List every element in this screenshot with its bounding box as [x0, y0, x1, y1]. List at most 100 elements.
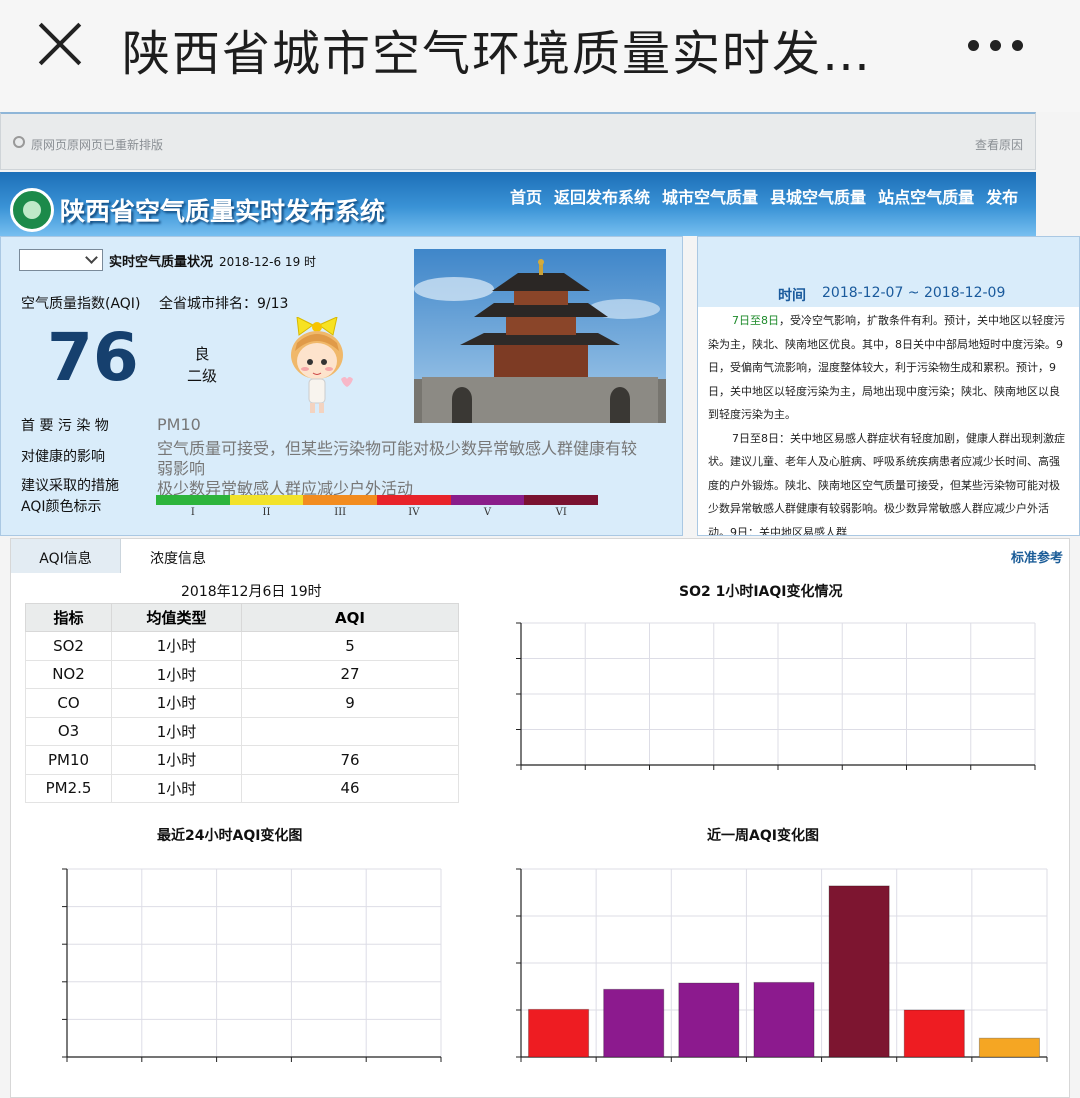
health-impact-label: 对健康的影响	[21, 449, 105, 465]
status-datetime: 2018-12-6 19 时	[219, 255, 317, 269]
city-select[interactable]	[19, 249, 103, 271]
cell: O3	[25, 716, 112, 746]
nav-home[interactable]: 首页	[510, 184, 542, 208]
table-row: O3 1小时	[25, 716, 459, 746]
rank-label: 全省城市排名：9/13	[159, 296, 289, 312]
cell: 27	[241, 659, 459, 689]
scale-level-6	[524, 495, 599, 505]
table-header-row: 指标 均值类型 AQI	[25, 603, 459, 632]
aqi-color-scale	[156, 495, 599, 505]
week-aqi-bar	[678, 982, 740, 1058]
cell: PM10	[25, 745, 112, 775]
nav-back-to-system[interactable]: 返回发布系统	[554, 184, 650, 208]
col-mean-type: 均值类型	[111, 603, 242, 632]
cell: 5	[241, 631, 459, 661]
h24-chart	[62, 868, 442, 1062]
week-aqi-bar	[978, 1037, 1040, 1058]
cell: 1小时	[111, 659, 242, 689]
scale-label: I	[190, 507, 195, 518]
table-row: PM2.5 1小时 46	[25, 773, 459, 803]
forecast-body: ，受冷空气影响，扩散条件有利。预计，关中地区以轻度污染为主，陕北、陕南地区优良。…	[708, 314, 1065, 421]
standard-reference-link[interactable]: 标准参考	[1011, 547, 1063, 566]
cell: 9	[241, 688, 459, 718]
week-aqi-bar	[753, 981, 815, 1058]
primary-pollutant-label: 首 要 污 染 物	[21, 418, 109, 434]
cell: 1小时	[111, 688, 242, 718]
forecast-paragraph-1: 7日至8日，受冷空气影响，扩散条件有利。预计，关中地区以轻度污染为主，陕北、陕南…	[708, 309, 1070, 427]
scale-level-2	[229, 495, 304, 505]
measure-label: 建议采取的措施	[21, 478, 119, 494]
more-icon[interactable]	[966, 40, 1026, 52]
realtime-status: 实时空气质量状况 2018-12-6 19 时	[109, 251, 316, 270]
view-reason-link[interactable]: 查看原因	[975, 136, 1023, 153]
table-row: SO2 1小时 5	[25, 631, 459, 661]
level-text: 二级	[186, 367, 217, 385]
scale-level-3	[303, 495, 378, 505]
so2-chart	[516, 622, 1036, 770]
week-aqi-bar	[603, 988, 665, 1058]
cell: 76	[241, 745, 459, 775]
table-title: 2018年12月6日 19时	[181, 584, 322, 600]
site-header: 陕西省空气质量实时发布系统 首页 返回发布系统 城市空气质量 县城空气质量 站点…	[0, 172, 1036, 236]
status-label: 实时空气质量状况	[109, 255, 214, 270]
col-indicator: 指标	[25, 603, 112, 632]
cell: PM2.5	[25, 773, 112, 803]
forecast-panel: 时间 2018-12-07 ~ 2018-12-09 7日至8日，受冷空气影响，…	[697, 236, 1080, 536]
table-row: PM10 1小时 76	[25, 745, 459, 775]
nav-publish[interactable]: 发布	[986, 184, 1018, 208]
cell	[241, 716, 459, 746]
cell: SO2	[25, 631, 112, 661]
aqi-scale-labels: I II III IV V VI	[156, 507, 598, 518]
close-icon[interactable]	[34, 18, 86, 70]
cell: NO2	[25, 659, 112, 689]
forecast-range: 2018-12-07 ~ 2018-12-09	[822, 285, 1006, 301]
scale-level-4	[377, 495, 451, 505]
scale-label: VI	[555, 507, 567, 518]
top-bar: 陕西省城市空气环境质量实时发…	[0, 0, 1080, 112]
scale-level-5	[450, 495, 525, 505]
tab-aqi-info[interactable]: AQI信息	[11, 539, 121, 573]
aqi-label: 空气质量指数(AQI)	[21, 296, 141, 312]
scale-label: V	[483, 507, 492, 518]
col-aqi: AQI	[241, 603, 459, 632]
quality-text: 良	[194, 345, 210, 363]
aqi-info-section: AQI信息 浓度信息 标准参考 2018年12月6日 19时 指标 均值类型 A…	[10, 538, 1070, 1098]
forecast-text: 7日至8日，受冷空气影响，扩散条件有利。预计，关中地区以轻度污染为主，陕北、陕南…	[708, 309, 1070, 536]
page-title: 陕西省城市空气环境质量实时发…	[122, 26, 873, 82]
aqi-value: 76	[47, 319, 139, 396]
h24-chart-title: 最近24小时AQI变化图	[157, 828, 303, 844]
nav-station-air[interactable]: 站点空气质量	[878, 184, 974, 208]
quality-level: 良 二级	[185, 343, 219, 387]
nav-county-air[interactable]: 县城空气质量	[770, 184, 866, 208]
week-aqi-bar	[528, 1008, 590, 1058]
week-aqi-bar	[828, 885, 890, 1058]
realtime-panel: 实时空气质量状况 2018-12-6 19 时 空气质量指数(AQI) 全省城市排…	[0, 236, 683, 536]
scale-label: IV	[408, 507, 420, 518]
cell: 46	[241, 773, 459, 803]
primary-pollutant-value: PM10	[157, 415, 201, 434]
mascot-image	[291, 317, 353, 413]
aqi-color-label: AQI颜色标示	[21, 499, 102, 515]
search-icon	[13, 136, 25, 148]
aqi-table: 指标 均值类型 AQI SO2 1小时 5 NO2 1小时 27 CO 1小时 9 O3 1小…	[25, 603, 459, 803]
main-nav: 首页 返回发布系统 城市空气质量 县城空气质量 站点空气质量 发布	[510, 184, 1030, 208]
cell: 1小时	[111, 773, 242, 803]
original-page-link[interactable]: 原网页原网页已重新排版	[31, 136, 163, 153]
bell-tower-photo	[414, 249, 666, 423]
so2-chart-title: SO2 1小时IAQI变化情况	[679, 584, 843, 600]
week-chart	[516, 868, 1048, 1062]
nav-city-air[interactable]: 城市空气质量	[662, 184, 758, 208]
tab-concentration-info[interactable]: 浓度信息	[143, 539, 213, 573]
site-logo	[10, 188, 54, 232]
cell: 1小时	[111, 745, 242, 775]
health-impact-text: 空气质量可接受，但某些污染物可能对极少数异常敏感人群健康有较	[157, 439, 638, 458]
cell: 1小时	[111, 631, 242, 661]
table-row: NO2 1小时 27	[25, 659, 459, 689]
cell: 1小时	[111, 716, 242, 746]
forecast-paragraph-2: 7日至8日：关中地区易感人群症状有轻度加剧，健康人群出现刺激症状。建议儿童、老年…	[708, 431, 1065, 536]
reformat-notice: 原网页原网页已重新排版 查看原因	[0, 112, 1036, 170]
forecast-lead: 7日至8日	[732, 314, 779, 327]
chevron-down-icon	[85, 251, 98, 264]
table-row: CO 1小时 9	[25, 688, 459, 718]
cell: CO	[25, 688, 112, 718]
